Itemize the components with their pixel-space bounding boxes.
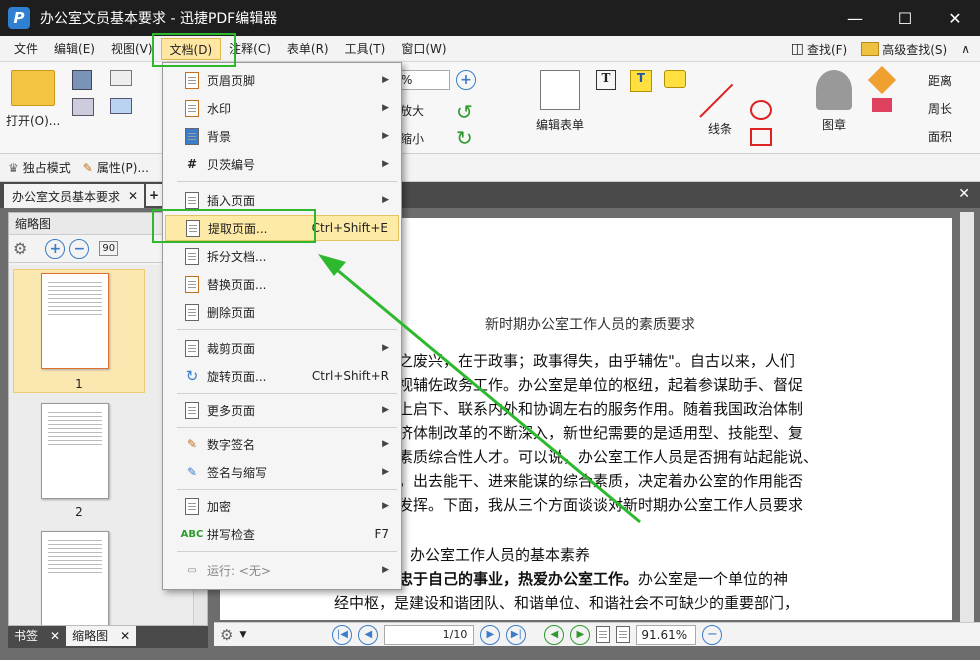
annotation-arrow: [318, 254, 641, 524]
